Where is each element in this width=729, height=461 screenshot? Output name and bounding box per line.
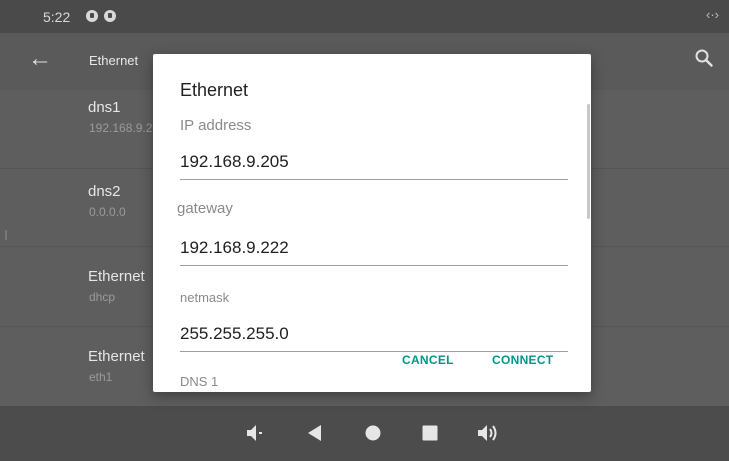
item-summary: eth1 <box>89 370 113 384</box>
field-underline <box>180 179 568 180</box>
item-title: dns2 <box>88 183 121 200</box>
edge-handle <box>5 230 10 240</box>
field-underline <box>180 265 568 266</box>
scrollbar[interactable] <box>587 104 590 219</box>
page-title: Ethernet <box>89 53 139 68</box>
netmask-field[interactable]: 255.255.255.0 <box>180 324 289 344</box>
ip-address-field[interactable]: 192.168.9.205 <box>180 152 289 172</box>
ip-address-label: IP address <box>180 117 252 134</box>
volume-up-icon[interactable] <box>477 424 499 442</box>
dns1-label: DNS 1 <box>180 374 219 389</box>
item-title: Ethernet <box>88 268 145 285</box>
cancel-button[interactable]: CANCEL <box>402 353 454 367</box>
navigation-bar <box>0 406 729 461</box>
home-icon[interactable] <box>364 424 382 442</box>
connect-button[interactable]: CONNECT <box>492 353 553 367</box>
gateway-label: gateway <box>177 200 233 217</box>
item-title: Ethernet <box>88 348 145 365</box>
status-bar: 5:22 ‹·› <box>0 0 729 33</box>
gateway-field[interactable]: 192.168.9.222 <box>180 238 289 258</box>
ethernet-status-icon: ‹·› <box>706 7 719 22</box>
item-summary: 0.0.0.0 <box>89 205 126 219</box>
notification-icon <box>104 10 116 22</box>
search-icon[interactable] <box>695 49 713 67</box>
item-title: dns1 <box>88 99 121 116</box>
back-nav-icon[interactable] <box>306 424 322 442</box>
ethernet-dialog: Ethernet IP address 192.168.9.205 gatewa… <box>153 54 591 392</box>
volume-down-icon[interactable] <box>246 424 266 442</box>
status-time: 5:22 <box>43 9 71 25</box>
back-arrow-icon[interactable]: ← <box>28 46 52 72</box>
dialog-title: Ethernet <box>180 80 249 100</box>
field-underline <box>180 351 568 352</box>
recents-icon[interactable] <box>421 424 439 442</box>
notification-icon <box>86 10 98 22</box>
netmask-label: netmask <box>180 290 230 305</box>
item-summary: dhcp <box>89 290 116 304</box>
